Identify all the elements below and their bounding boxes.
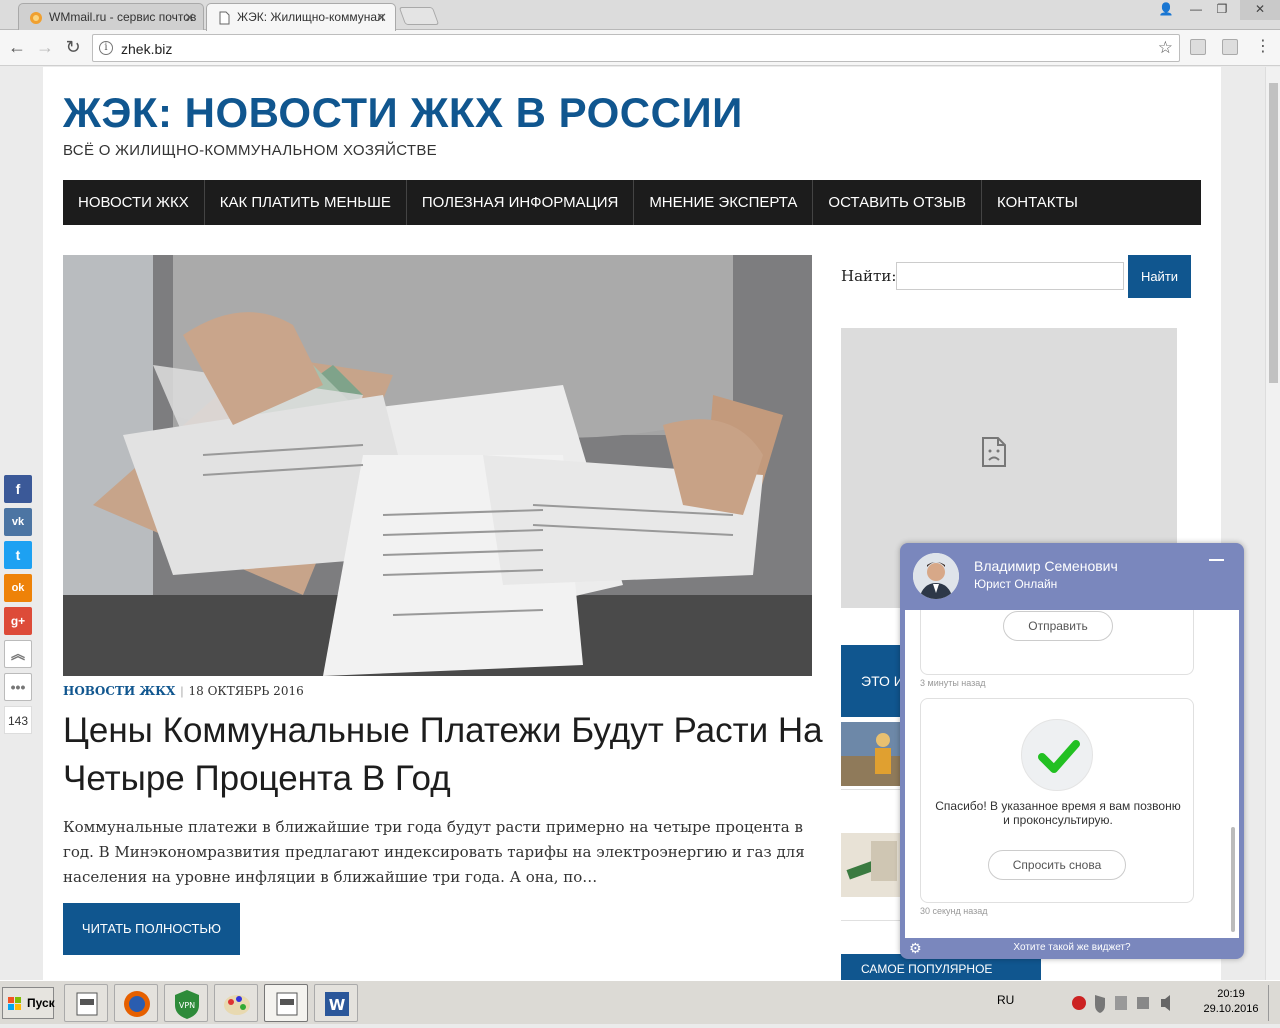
consultant-name: Владимир Семенович <box>974 558 1118 574</box>
firefox-icon[interactable] <box>114 984 158 1022</box>
close-window-icon[interactable]: ✕ <box>1240 0 1280 20</box>
post-category[interactable]: НОВОСТИ ЖКХ <box>63 684 175 698</box>
minimize-chat-icon[interactable] <box>1209 559 1224 561</box>
profile-icon[interactable]: 👤 <box>1152 0 1180 20</box>
send-button[interactable]: Отправить <box>1003 611 1113 641</box>
post-excerpt: Коммунальные платежи в ближайшие три год… <box>63 818 805 886</box>
taskbar-app-icon[interactable] <box>64 984 108 1022</box>
extension-icon[interactable] <box>1222 39 1238 55</box>
vk-icon[interactable]: vk <box>4 508 32 536</box>
widget-promo-link[interactable]: Хотите такой же виджет? <box>900 942 1244 953</box>
wmmail-favicon-icon <box>30 12 42 24</box>
consultant-avatar <box>913 553 959 599</box>
extension-icon[interactable] <box>1190 39 1206 55</box>
tab-zhek[interactable]: ЖЭК: Жилищно-коммунал ✕ <box>206 3 396 31</box>
page-favicon-icon <box>219 11 230 25</box>
tab-title: WMmail.ru - сервис почтов <box>49 10 197 24</box>
sidebar-post-thumbnail[interactable] <box>841 722 903 786</box>
svg-text:VPN: VPN <box>179 1001 195 1010</box>
vpn-icon[interactable]: VPN <box>164 984 208 1022</box>
site-title[interactable]: ЖЭК: НОВОСТИ ЖКХ В РОССИИ <box>63 89 743 137</box>
paint-icon[interactable] <box>214 984 258 1022</box>
search-button[interactable]: Найти <box>1128 255 1191 298</box>
confirmation-text: Спасибо! В указанное время я вам позвоню… <box>935 799 1181 827</box>
post-featured-image[interactable] <box>63 255 812 676</box>
reload-icon[interactable]: ↻ <box>62 36 84 58</box>
message-timestamp: 3 минуты назад <box>920 678 986 688</box>
close-tab-icon[interactable]: ✕ <box>184 10 195 26</box>
taskbar-app-icon[interactable] <box>264 984 308 1022</box>
site-description: ВСЁ О ЖИЛИЩНО-КОММУНАЛЬНОМ ХОЗЯЙСТВЕ <box>63 142 437 159</box>
restore-icon[interactable]: ❐ <box>1208 0 1236 20</box>
start-button[interactable]: Пуск <box>2 987 55 1019</box>
menu-item-feedback[interactable]: ОСТАВИТЬ ОТЗЫВ <box>813 180 983 225</box>
search-input[interactable] <box>896 262 1124 290</box>
post-title[interactable]: Цены Коммунальные Платежи Будут Расти На… <box>63 707 823 803</box>
clock-time: 20:19 <box>1217 988 1245 1000</box>
google-plus-icon[interactable]: g+ <box>4 607 32 635</box>
message-timestamp: 30 секунд назад <box>920 906 988 916</box>
browser-tab-bar: WMmail.ru - сервис почтов ✕ ЖЭК: Жилищно… <box>0 0 1280 31</box>
broken-content-icon <box>982 437 1006 467</box>
menu-item-expert[interactable]: МНЕНИЕ ЭКСПЕРТА <box>634 180 814 225</box>
chat-form-bubble: Отправить <box>920 610 1194 675</box>
odnoklassniki-icon[interactable]: ok <box>4 574 32 602</box>
social-share-bar: f vk t ok g+ ︽ ••• 143 <box>4 475 34 734</box>
minimize-icon[interactable]: — <box>1182 0 1210 20</box>
post-meta: НОВОСТИ ЖКХ | 18 ОКТЯБРЬ 2016 <box>63 684 304 698</box>
menu-item-news[interactable]: НОВОСТИ ЖКХ <box>63 180 205 225</box>
read-more-button[interactable]: ЧИТАТЬ ПОЛНОСТЬЮ <box>63 903 240 955</box>
show-desktop-button[interactable] <box>1268 985 1278 1021</box>
word-icon[interactable]: W <box>314 984 358 1022</box>
twitter-icon[interactable]: t <box>4 541 32 569</box>
chat-footer: ⚙ Хотите такой же виджет? <box>900 938 1244 959</box>
start-label: Пуск <box>27 996 55 1010</box>
back-arrow-icon[interactable]: ← <box>6 36 28 58</box>
language-indicator[interactable]: RU <box>997 993 1014 1007</box>
share-count: 143 <box>4 706 32 734</box>
chat-messages[interactable]: Отправить 3 минуты назад Спасибо! В указ… <box>905 610 1239 938</box>
tab-title: ЖЭК: Жилищно-коммунал <box>237 10 385 24</box>
system-clock[interactable]: 20:19 29.10.2016 <box>1196 987 1266 1017</box>
windows-flag-icon <box>8 997 21 1010</box>
menu-item-contacts[interactable]: КОНТАКТЫ <box>982 180 1093 225</box>
more-dots-icon[interactable]: ••• <box>4 673 32 701</box>
clock-date: 29.10.2016 <box>1203 1003 1259 1015</box>
facebook-icon[interactable]: f <box>4 475 32 503</box>
chat-scrollbar[interactable] <box>1231 827 1235 932</box>
taskbar: Пуск VPN W RU 20:19 29.10.2016 <box>0 980 1280 1024</box>
page-scrollbar[interactable] <box>1265 67 1280 980</box>
search-label: Найти: <box>841 267 897 285</box>
meta-separator: | <box>180 684 184 698</box>
menu-dots-icon[interactable]: ⋮ <box>1252 36 1274 58</box>
chat-confirmation-bubble: Спасибо! В указанное время я вам позвоню… <box>920 698 1194 903</box>
sidebar-post-thumbnail[interactable] <box>841 833 903 897</box>
post-date: 18 ОКТЯБРЬ 2016 <box>188 684 304 698</box>
share-up-icon[interactable]: ︽ <box>4 640 32 668</box>
svg-text:W: W <box>329 996 346 1014</box>
scrollbar-thumb[interactable] <box>1269 83 1278 383</box>
close-tab-icon[interactable]: ✕ <box>376 10 387 26</box>
bookmark-star-icon[interactable]: ☆ <box>1158 38 1173 58</box>
consultant-role: Юрист Онлайн <box>974 577 1058 591</box>
site-info-icon[interactable]: i <box>99 41 113 55</box>
menu-item-useful-info[interactable]: ПОЛЕЗНАЯ ИНФОРМАЦИЯ <box>407 180 635 225</box>
tab-wmmail[interactable]: WMmail.ru - сервис почтов ✕ <box>18 3 204 30</box>
menu-item-pay-less[interactable]: КАК ПЛАТИТЬ МЕНЬШЕ <box>205 180 407 225</box>
main-menu: НОВОСТИ ЖКХ КАК ПЛАТИТЬ МЕНЬШЕ ПОЛЕЗНАЯ … <box>63 180 1201 225</box>
ask-again-button[interactable]: Спросить снова <box>988 850 1126 880</box>
checkmark-icon <box>1021 719 1093 791</box>
forward-arrow-icon[interactable]: → <box>34 36 56 58</box>
chat-widget: Владимир Семенович Юрист Онлайн Отправит… <box>900 543 1244 959</box>
browser-toolbar: ← → ↻ i zhek.biz ☆ ⋮ <box>0 30 1280 66</box>
address-bar[interactable]: i zhek.biz ☆ <box>92 34 1180 62</box>
url-text[interactable]: zhek.biz <box>121 41 172 57</box>
new-tab-button[interactable] <box>398 7 440 25</box>
